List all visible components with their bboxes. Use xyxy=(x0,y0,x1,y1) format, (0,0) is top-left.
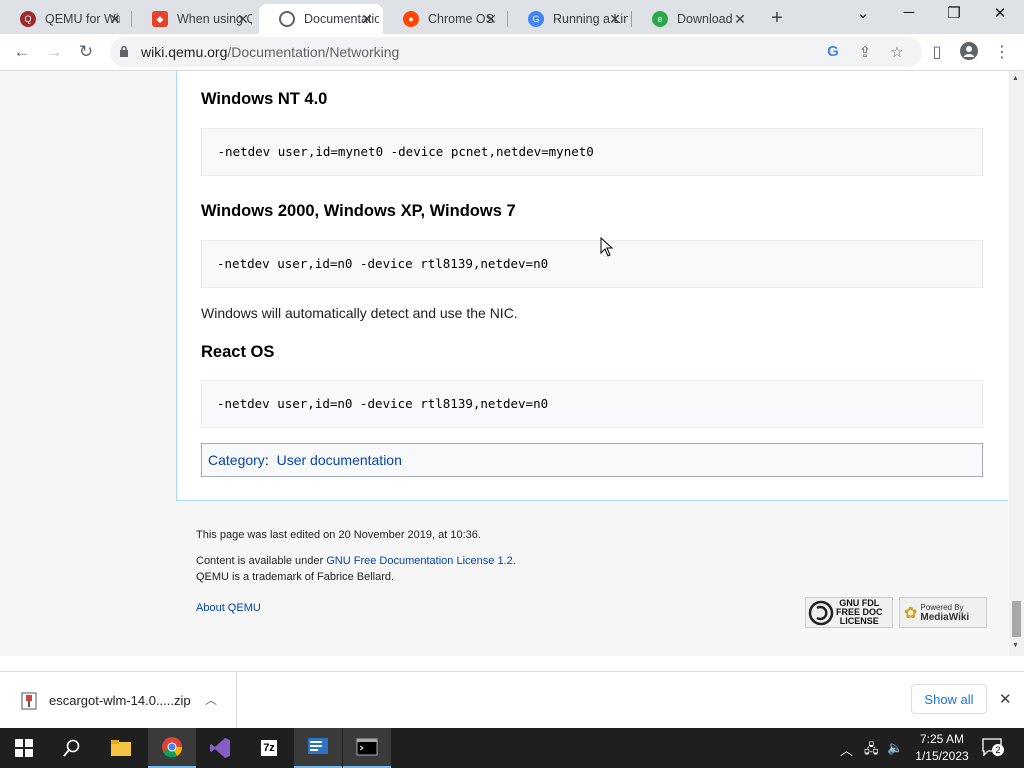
about-link-wrapper: About QEMU xyxy=(196,602,261,614)
tab-running-linux[interactable]: G Running a Linux ✕ xyxy=(508,4,631,34)
windows-logo-icon xyxy=(15,739,33,757)
action-center-button[interactable]: 2 xyxy=(982,738,1004,758)
command-prompt-button[interactable] xyxy=(343,728,391,768)
chrome-icon xyxy=(162,737,183,758)
forward-button[interactable]: → xyxy=(43,42,65,62)
tab-gitlab[interactable]: ◆ When using QEMU ✕ xyxy=(132,4,259,34)
side-panel-icon[interactable]: ▯ xyxy=(927,42,947,62)
zip-file-icon xyxy=(21,692,37,710)
minimize-button[interactable]: ─ xyxy=(887,4,931,21)
tab-download[interactable]: e Download ✕ xyxy=(632,4,756,34)
close-icon[interactable]: ✕ xyxy=(107,11,123,28)
profile-avatar-icon[interactable] xyxy=(959,42,979,62)
vertical-scroll-thumb[interactable] xyxy=(1012,601,1021,637)
lock-icon xyxy=(120,45,128,57)
7zip-icon: 7z xyxy=(261,740,277,756)
reload-button[interactable]: ↻ xyxy=(75,42,97,62)
browser-toolbar: ← → ↻ wiki.qemu.org/Documentation/Networ… xyxy=(0,34,1024,71)
close-shelf-icon[interactable]: ✕ xyxy=(999,690,1012,708)
section-heading: Windows 2000, Windows XP, Windows 7 xyxy=(201,202,516,220)
system-clock[interactable]: 7:25 AM 1/15/2023 xyxy=(912,731,972,765)
bookmark-star-icon[interactable]: ☆ xyxy=(887,43,907,61)
close-icon[interactable]: ✕ xyxy=(732,11,748,28)
visual-studio-icon xyxy=(210,738,230,758)
scroll-down-icon[interactable]: ▼ xyxy=(1012,642,1019,649)
close-window-button[interactable]: ✕ xyxy=(978,4,1022,22)
copyleft-icon xyxy=(808,600,834,625)
code-block: -netdev user,id=mynet0 -device pcnet,net… xyxy=(201,128,983,176)
about-qemu-link[interactable]: About QEMU xyxy=(196,602,261,614)
tab-qemu-windows[interactable]: Q QEMU for Windows ✕ xyxy=(0,4,131,34)
code-block: -netdev user,id=n0 -device rtl8139,netde… xyxy=(201,380,983,428)
reddit-icon: ● xyxy=(403,11,419,27)
last-edited-text: This page was last edited on 20 November… xyxy=(196,529,481,541)
code-block: -netdev user,id=n0 -device rtl8139,netde… xyxy=(201,240,983,288)
close-icon[interactable]: ✕ xyxy=(235,11,251,28)
mediawiki-sunflower-icon: ✿ xyxy=(904,604,918,622)
url-text: wiki.qemu.org/Documentation/Networking xyxy=(141,44,400,60)
back-button[interactable]: ← xyxy=(11,42,33,62)
tab-search-chevron-icon[interactable]: ⌄ xyxy=(841,4,885,22)
chrome-taskbar-button[interactable] xyxy=(148,728,196,768)
close-icon[interactable]: ✕ xyxy=(607,11,623,28)
download-file-name: escargot-wlm-14.0.....zip xyxy=(49,693,191,708)
chevron-up-icon[interactable]: ︿ xyxy=(205,691,217,708)
tab-strip: Q QEMU for Windows ✕ ◆ When using QEMU ✕… xyxy=(0,0,1024,34)
start-button[interactable] xyxy=(0,728,48,768)
category-label-link[interactable]: Category xyxy=(208,452,265,468)
gnu-fdl-badge[interactable]: GNU FDL FREE DOC LICENSE xyxy=(805,597,893,628)
close-icon[interactable]: ✕ xyxy=(359,11,375,28)
article-body: Windows NT 4.0 -netdev user,id=mynet0 -d… xyxy=(176,71,1008,501)
tab-documentation[interactable]: Documentation ✕ xyxy=(259,4,383,34)
license-link[interactable]: GNU Free Documentation License 1.2 xyxy=(326,555,512,567)
folder-icon xyxy=(111,740,131,756)
qemu-icon: Q xyxy=(20,11,36,27)
category-user-documentation-link[interactable]: User documentation xyxy=(277,452,402,468)
section-heading: React OS xyxy=(201,343,275,361)
scroll-up-icon[interactable]: ▲ xyxy=(1012,75,1019,82)
edge-icon: e xyxy=(652,11,668,27)
mouse-cursor-icon xyxy=(600,237,614,257)
tab-chrome-os[interactable]: ● Chrome OS ✕ xyxy=(383,4,507,34)
show-hidden-icons-chevron-icon[interactable]: ︿ xyxy=(840,740,853,759)
terminal-icon xyxy=(356,738,378,756)
windows-taskbar: 7z ︿ 🖧 🔈 7:25 AM 1/15/2023 2 xyxy=(0,728,1024,768)
chrome-web-icon: G xyxy=(528,11,544,27)
section-heading: Windows NT 4.0 xyxy=(201,90,328,108)
trademark-text: QEMU is a trademark of Fabrice Bellard. xyxy=(196,571,395,583)
mediawiki-badge[interactable]: ✿ Powered By MediaWiki xyxy=(899,597,987,628)
server-manager-button[interactable] xyxy=(294,728,342,768)
gitlab-icon: ◆ xyxy=(152,11,168,27)
share-icon[interactable]: ⇪ xyxy=(855,43,875,61)
download-item[interactable]: escargot-wlm-14.0.....zip ︿ xyxy=(0,672,237,728)
page-viewport: Windows NT 4.0 -netdev user,id=mynet0 -d… xyxy=(0,71,1024,656)
download-shelf: escargot-wlm-14.0.....zip ︿ Show all ✕ xyxy=(0,671,1024,728)
show-all-button[interactable]: Show all xyxy=(911,684,987,714)
network-icon[interactable]: 🖧 xyxy=(864,740,879,762)
menu-kebab-icon[interactable]: ⋮ xyxy=(992,42,1012,62)
notification-count-badge: 2 xyxy=(992,744,1004,756)
restore-button[interactable]: ❐ xyxy=(932,4,976,22)
volume-icon[interactable]: 🔈 xyxy=(887,740,903,756)
7zip-button[interactable]: 7z xyxy=(245,728,293,768)
server-manager-icon xyxy=(308,738,328,754)
google-lens-icon[interactable]: G xyxy=(823,43,843,60)
file-explorer-button[interactable] xyxy=(97,728,145,768)
category-links: Category: User documentation xyxy=(201,443,983,477)
address-bar[interactable]: wiki.qemu.org/Documentation/Networking G… xyxy=(110,37,922,67)
license-text: Content is available under GNU Free Docu… xyxy=(196,555,516,567)
search-button[interactable] xyxy=(48,728,96,768)
search-icon xyxy=(63,739,80,757)
paragraph-text: Windows will automatically detect and us… xyxy=(201,305,518,321)
close-icon[interactable]: ✕ xyxy=(483,11,499,28)
globe-icon xyxy=(279,11,295,27)
new-tab-button[interactable]: + xyxy=(766,7,788,30)
vertical-scrollbar[interactable]: ▲ ▼ xyxy=(1009,71,1024,656)
visual-studio-button[interactable] xyxy=(196,728,244,768)
